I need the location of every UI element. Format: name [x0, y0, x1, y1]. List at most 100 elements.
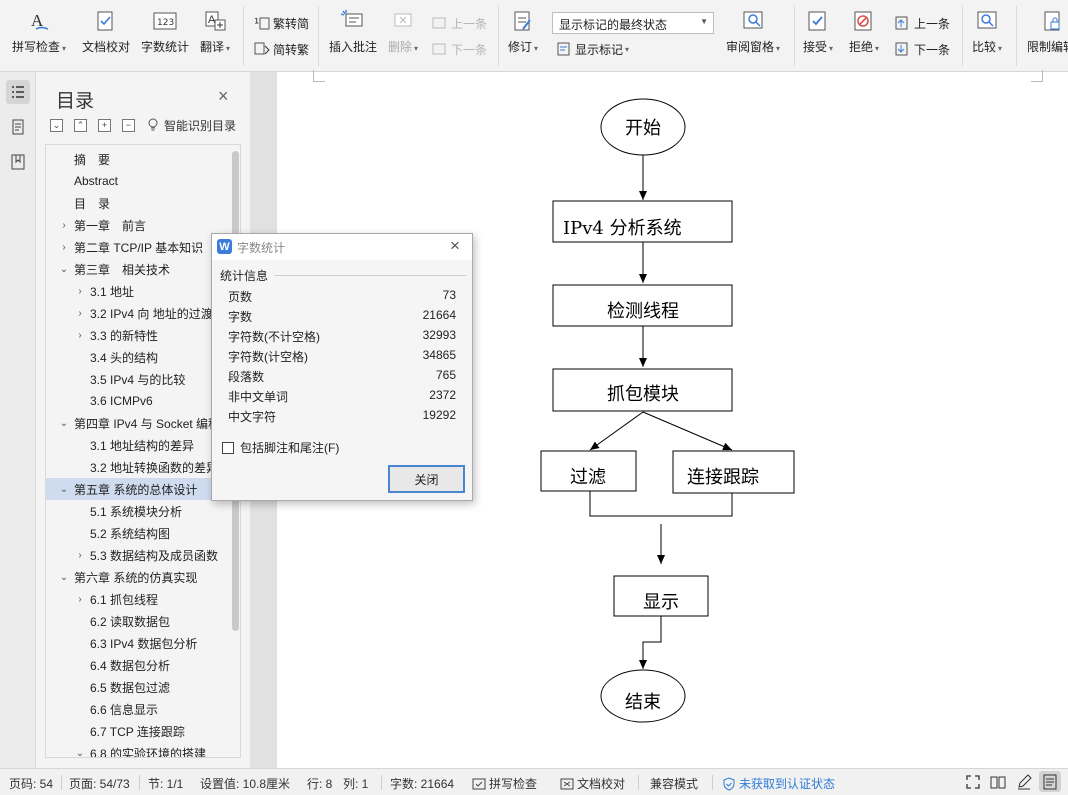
status-row[interactable]: 行: 8: [307, 775, 332, 792]
toc-item[interactable]: 6.6 信息显示: [46, 698, 224, 720]
toc-item[interactable]: 3.5 IPv4 与的比较: [46, 368, 224, 390]
stat-label: 非中文单词: [228, 390, 289, 404]
chevron-right-icon[interactable]: ›: [58, 242, 70, 253]
toc-item[interactable]: 6.3 IPv4 数据包分析: [46, 632, 224, 654]
status-col[interactable]: 列: 1: [343, 775, 368, 792]
toc-item[interactable]: ⌄ 第六章 系统的仿真实现: [46, 566, 224, 588]
toc-item[interactable]: ⌄ 第五章 系统的总体设计: [46, 478, 224, 500]
toc-item[interactable]: › 第二章 TCP/IP 基本知识: [46, 236, 224, 258]
chevron-right-icon[interactable]: ›: [74, 550, 86, 561]
close-icon[interactable]: ×: [450, 236, 460, 256]
toc-item[interactable]: ⌄ 第三章 相关技术: [46, 258, 224, 280]
filter-label: 过滤: [570, 467, 606, 488]
status-spell-check[interactable]: 拼写检查: [472, 775, 537, 792]
chevron-down-icon[interactable]: ⌄: [58, 264, 70, 275]
toc-item-label: 第三章 相关技术: [74, 262, 171, 277]
toc-item[interactable]: › 5.3 数据结构及成员函数: [46, 544, 224, 566]
page-view-icon[interactable]: [1039, 771, 1061, 792]
plus-icon[interactable]: +: [98, 118, 111, 132]
fullscreen-icon[interactable]: [965, 774, 981, 790]
include-footnotes-checkbox[interactable]: 包括脚注和尾注(F): [222, 439, 339, 456]
status-separator: [61, 775, 62, 790]
toc-item[interactable]: › 6.1 抓包线程: [46, 588, 224, 610]
show-markup-button[interactable]: 显示标记 ▾: [556, 39, 629, 59]
chevron-right-icon[interactable]: ›: [74, 594, 86, 605]
toc-item-label: 6.6 信息显示: [90, 702, 159, 717]
toc-item-label: 5.3 数据结构及成员函数: [90, 548, 219, 563]
chevron-right-icon[interactable]: ›: [74, 286, 86, 297]
toc-item[interactable]: 6.2 读取数据包: [46, 610, 224, 632]
smart-toc-button[interactable]: 智能识别目录: [146, 117, 236, 134]
close-button[interactable]: 关闭: [388, 465, 465, 493]
reject-button[interactable]: 拒绝 ▾: [849, 8, 879, 55]
toc-item[interactable]: 3.4 头的结构: [46, 346, 224, 368]
toc-item[interactable]: › 3.1 地址: [46, 280, 224, 302]
collapse-all-icon[interactable]: ⌄: [50, 118, 63, 132]
status-proofread[interactable]: 文档校对: [560, 775, 625, 792]
toc-title: 目录: [56, 91, 95, 112]
delete-comment-button[interactable]: 删除 ▾: [388, 8, 418, 55]
toc-item[interactable]: › 3.3 的新特性: [46, 324, 224, 346]
show-markup-icon: [556, 41, 572, 57]
prev-comment-button[interactable]: 上一条: [432, 13, 487, 33]
toc-item[interactable]: 目 录: [46, 192, 224, 214]
toc-item[interactable]: ⌄ 6.8 的实验环境的搭建: [46, 742, 224, 758]
next-change-button[interactable]: 下一条: [895, 39, 950, 59]
close-icon[interactable]: ×: [218, 86, 229, 107]
review-pane-icon: [740, 8, 766, 34]
toc-item[interactable]: 6.4 数据包分析: [46, 654, 224, 676]
chevron-right-icon[interactable]: ›: [74, 308, 86, 319]
toc-panel-icon[interactable]: [6, 80, 30, 104]
toc-item[interactable]: 摘 要: [46, 148, 224, 170]
status-certification[interactable]: 未获取到认证状态: [722, 775, 835, 792]
chevron-down-icon[interactable]: ⌄: [58, 484, 70, 495]
chevron-right-icon[interactable]: ›: [74, 330, 86, 341]
checkbox-box[interactable]: [222, 441, 234, 454]
dialog-titlebar[interactable]: W 字数统计 ×: [212, 234, 472, 260]
spell-check-button[interactable]: A 拼写检查 ▾: [12, 8, 66, 55]
restrict-edit-button[interactable]: 限制编辑: [1027, 8, 1068, 55]
insert-comment-button[interactable]: 插入批注: [329, 8, 377, 55]
review-pane-button[interactable]: 审阅窗格 ▾: [726, 8, 780, 55]
status-setting[interactable]: 设置值: 10.8厘米: [200, 775, 290, 792]
status-page-of[interactable]: 页面: 54/73: [69, 775, 130, 792]
chevron-right-icon[interactable]: ›: [58, 220, 70, 231]
simp-to-trad-button[interactable]: 简转繁: [254, 39, 309, 59]
next-comment-button[interactable]: 下一条: [432, 39, 487, 59]
toc-item[interactable]: 3.6 ICMPv6: [46, 390, 224, 412]
toc-item[interactable]: 6.5 数据包过滤: [46, 676, 224, 698]
page-thumbnail-icon[interactable]: [6, 115, 30, 139]
toc-item[interactable]: 6.7 TCP 连接跟踪: [46, 720, 224, 742]
toc-item[interactable]: ⌄ 第四章 IPv4 与 Socket 编程: [46, 412, 224, 434]
bookmark-icon[interactable]: [6, 150, 30, 174]
toc-item[interactable]: › 3.2 IPv4 向 地址的过渡: [46, 302, 224, 324]
compare-button[interactable]: 比较 ▾: [972, 8, 1002, 55]
chevron-down-icon[interactable]: ⌄: [58, 572, 70, 583]
revise-button[interactable]: 修订 ▾: [508, 8, 538, 55]
toc-item[interactable]: 5.2 系统结构图: [46, 522, 224, 544]
word-count-button[interactable]: 123 字数统计: [141, 8, 189, 55]
toc-item[interactable]: 3.2 地址转换函数的差异: [46, 456, 224, 478]
write-mode-icon[interactable]: [1016, 774, 1032, 790]
reading-mode-icon[interactable]: [990, 774, 1006, 790]
toc-item[interactable]: Abstract: [46, 170, 224, 192]
accept-button[interactable]: 接受 ▾: [803, 8, 833, 55]
toc-item[interactable]: 5.1 系统模块分析: [46, 500, 224, 522]
markup-mode-select[interactable]: 显示标记的最终状态 ▼: [552, 12, 714, 34]
status-page-number[interactable]: 页码: 54: [9, 775, 53, 792]
prev-change-button[interactable]: 上一条: [895, 13, 950, 33]
expand-up-icon[interactable]: ⌃: [74, 118, 87, 132]
status-compat-mode[interactable]: 兼容模式: [650, 775, 698, 792]
toc-item[interactable]: 3.1 地址结构的差异: [46, 434, 224, 456]
minus-icon[interactable]: −: [122, 118, 135, 132]
translate-button[interactable]: A 翻译 ▾: [200, 8, 230, 55]
chevron-down-icon[interactable]: ⌄: [74, 748, 86, 758]
doc-proofread-button[interactable]: 文档校对: [82, 8, 130, 55]
toc-item[interactable]: › 第一章 前言: [46, 214, 224, 236]
trad-to-simp-button[interactable]: ¹ 繁转简: [254, 13, 309, 33]
chevron-down-icon[interactable]: ⌄: [58, 418, 70, 429]
toc-item-label: 摘 要: [74, 152, 111, 167]
status-word-count[interactable]: 字数: 21664: [390, 775, 454, 792]
status-section[interactable]: 节: 1/1: [148, 775, 183, 792]
toc-item-label: 3.2 IPv4 向 地址的过渡: [90, 306, 213, 321]
